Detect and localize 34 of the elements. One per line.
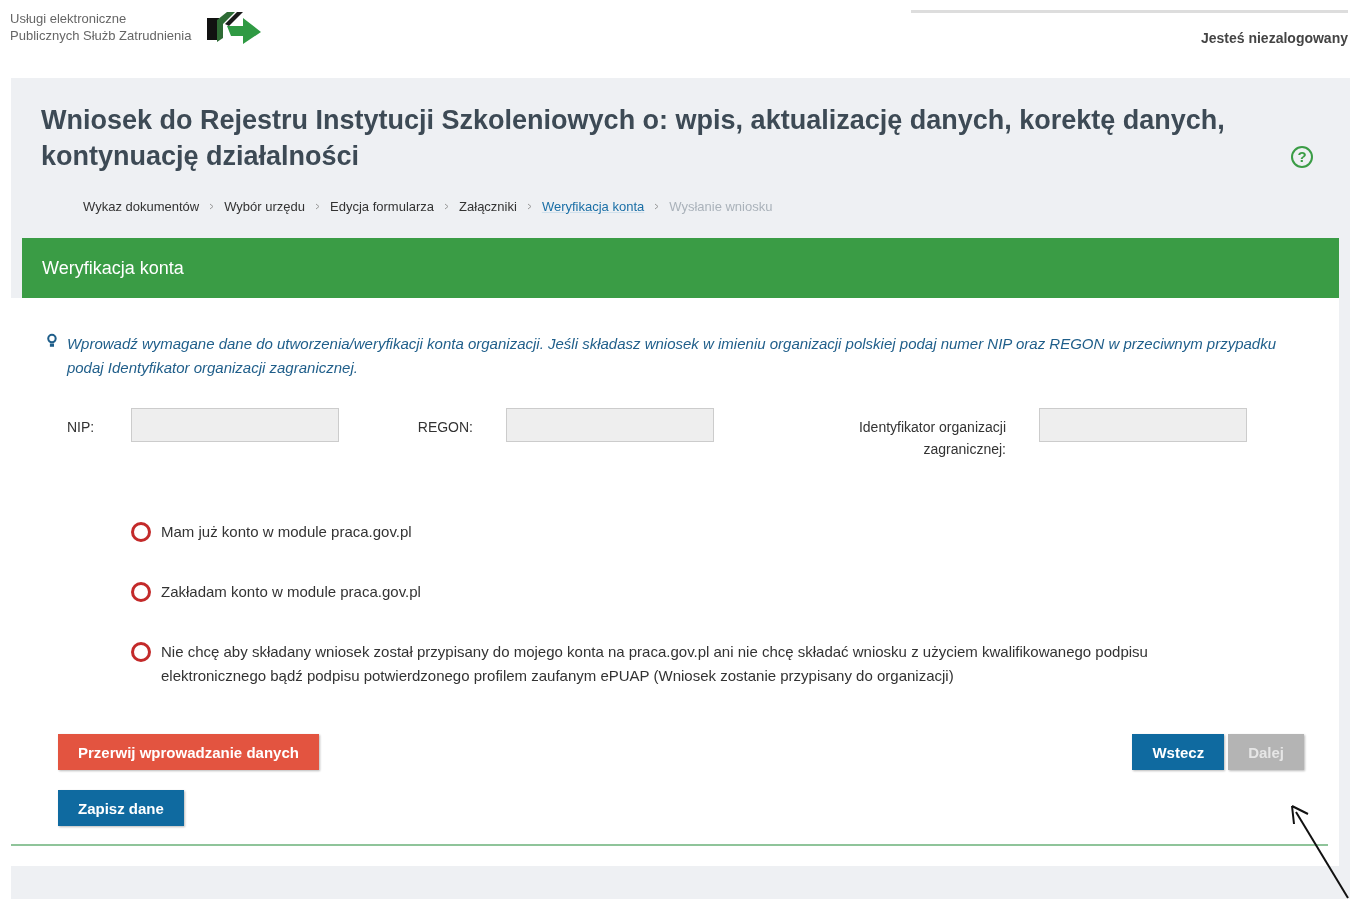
brand-text: Usługi elektroniczne xyxy=(10,10,128,27)
radio-label: Zakładam konto w module praca.gov.pl xyxy=(161,582,421,602)
info-text: Wprowadź wymagane dane do utworzenia/weryfikacji konta organizacji. Jeśli składasz wniosek w imieniu organizacji polskiej podaj numer NIP oraz REGON w przeciwnym przypadku podaj Identyfikator organizacji zagranicznej. xyxy=(66,334,1278,378)
chevron-icon xyxy=(526,202,532,210)
brand-text: Publicznych Służb Zatrudnienia xyxy=(10,27,192,44)
lightbulb-icon xyxy=(47,332,57,350)
field-label: Identyfikator organizacji zagranicznej: xyxy=(857,418,1006,459)
input-field[interactable] xyxy=(1039,408,1247,442)
chevron-icon xyxy=(654,202,660,210)
input-field[interactable] xyxy=(506,408,714,442)
breadcrumb-step[interactable]: Edycja formularza xyxy=(330,198,435,214)
action-button[interactable]: Wstecz xyxy=(1132,734,1225,770)
breadcrumb-step[interactable]: Wybór urzędu xyxy=(224,198,306,214)
radio-button[interactable] xyxy=(131,582,151,602)
breadcrumb-step[interactable]: Wykaz dokumentów xyxy=(83,198,200,214)
field-label: REGON: xyxy=(417,418,473,437)
help-button[interactable]: ? xyxy=(1291,146,1313,168)
breadcrumb-step[interactable]: Weryfikacja konta xyxy=(541,198,645,214)
chevron-icon xyxy=(315,202,321,210)
radio-button[interactable] xyxy=(131,522,151,542)
breadcrumb-step: Wysłanie wniosku xyxy=(669,198,773,214)
field-label: NIP: xyxy=(67,418,95,437)
chevron-icon xyxy=(444,202,450,210)
login-status: Jesteś niezalogowany xyxy=(1200,30,1348,46)
action-button[interactable]: Przerwij wprowadzanie danych xyxy=(58,734,319,770)
radio-button[interactable] xyxy=(131,642,151,662)
action-button[interactable]: Zapisz dane xyxy=(58,790,184,826)
section-header: Weryfikacja konta xyxy=(22,238,1339,298)
page-title: Wniosek do Rejestru Instytucji Szkoleniowych o: wpis, aktualizację danych, korektę danych, kontynuację działalności xyxy=(41,104,1226,173)
radio-label: Nie chcę aby składany wniosek został przypisany do mojego konta na praca.gov.pl ani nie chcę składać wniosku z użyciem kwalifikowanego podpisu elektronicznego bądź podpisu potwierdzonego profilem zaufanym ePUAP (Wniosek zostanie przypisany do organizacji) xyxy=(161,642,1149,686)
chevron-icon xyxy=(209,202,215,210)
breadcrumb-step[interactable]: Załączniki xyxy=(459,198,517,214)
input-field[interactable] xyxy=(131,408,339,442)
radio-label: Mam już konto w module praca.gov.pl xyxy=(161,522,412,542)
